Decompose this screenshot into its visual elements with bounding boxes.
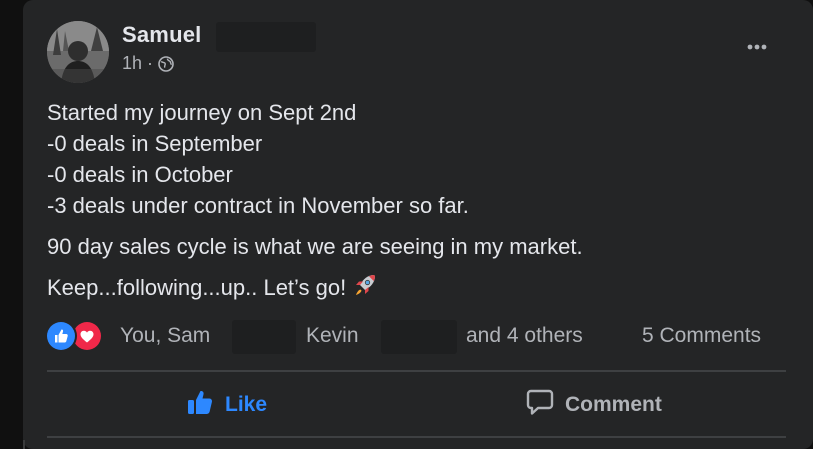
redacted-surname — [216, 22, 316, 52]
public-globe-icon[interactable] — [158, 55, 174, 72]
post-body: Started my journey on Sept 2nd -0 deals … — [47, 97, 787, 306]
divider — [47, 436, 786, 438]
post-text-line: -0 deals in September — [47, 131, 263, 156]
post-timestamp[interactable]: 1h — [122, 53, 142, 74]
page-edge-line — [23, 440, 25, 449]
rocket-emoji-icon — [352, 272, 378, 306]
reactor-name[interactable]: You, Sam — [120, 321, 210, 351]
redacted-name — [381, 320, 457, 354]
comments-count-link[interactable]: 5 Comments — [642, 321, 761, 351]
post-text-line: Started my journey on Sept 2nd — [47, 100, 357, 125]
comment-bubble-icon — [525, 387, 555, 423]
redacted-name — [232, 320, 296, 354]
thumbs-up-icon — [185, 387, 215, 423]
author-avatar[interactable] — [47, 21, 109, 83]
post-text-line: -0 deals in October — [47, 162, 233, 187]
love-reaction-icon — [73, 322, 101, 350]
like-button[interactable]: Like — [185, 380, 267, 430]
like-button-label: Like — [225, 393, 268, 416]
more-options-icon[interactable] — [741, 38, 773, 56]
post-text-paragraph-last: Keep...following...up.. Let’s go! — [47, 272, 787, 306]
reactor-name[interactable]: Kevin — [306, 321, 359, 351]
post-card: Samuel 1h · Started my journey on Sept 2… — [23, 0, 813, 449]
reactions-others-link[interactable]: and 4 others — [466, 321, 583, 351]
divider — [47, 370, 786, 372]
reactions-summary[interactable] — [47, 321, 107, 351]
meta-separator: · — [147, 53, 154, 73]
post-text-line: -3 deals under contract in November so f… — [47, 193, 469, 218]
like-reaction-icon — [47, 322, 75, 350]
post-meta: 1h · — [122, 53, 174, 74]
comment-button-label: Comment — [565, 393, 662, 416]
author-name[interactable]: Samuel — [122, 22, 201, 48]
comment-button[interactable]: Comment — [525, 380, 662, 430]
post-text-paragraph: 90 day sales cycle is what we are seeing… — [47, 234, 583, 259]
post-text-paragraph: Keep...following...up.. Let’s go! — [47, 275, 347, 300]
reaction-icons[interactable] — [47, 321, 107, 351]
